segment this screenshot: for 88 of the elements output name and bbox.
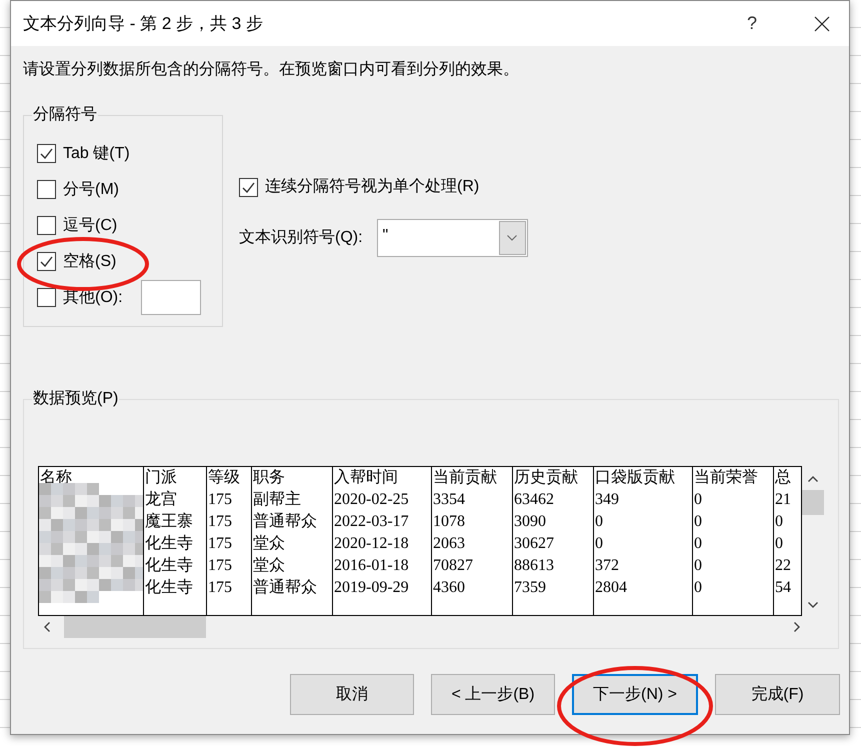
column-header: 等级 bbox=[207, 468, 241, 488]
preview-cell-text: 2020-02-25 bbox=[333, 490, 410, 510]
dialog-button[interactable]: < 上一步(B) bbox=[431, 674, 555, 715]
preview-cell-text: 0 bbox=[693, 490, 703, 510]
preview-cell-text: 30627 bbox=[513, 534, 555, 554]
preview-cell-text: 3354 bbox=[432, 490, 466, 510]
close-icon bbox=[814, 16, 830, 32]
qualifier-label: 文本识别符号(Q): bbox=[239, 228, 363, 248]
scroll-right-icon bbox=[794, 622, 800, 632]
preview-cell-text: 化生寺 bbox=[144, 556, 194, 576]
preview-cell-text: 堂众 bbox=[252, 556, 286, 576]
window-title: 文本分列向导 - 第 2 步，共 3 步 bbox=[23, 12, 263, 35]
preview-cell-text: 龙宫 bbox=[144, 490, 178, 510]
preview-cell-text: 21 bbox=[774, 490, 792, 510]
scroll-thumb[interactable] bbox=[802, 490, 824, 515]
checkbox[interactable] bbox=[37, 144, 56, 163]
preview-cell-text: 22 bbox=[774, 556, 792, 576]
column-header: 门派 bbox=[144, 468, 178, 488]
checkbox[interactable] bbox=[37, 216, 56, 235]
check-icon bbox=[40, 148, 53, 159]
preview-cell-text: 175 bbox=[207, 512, 233, 532]
dialog-button[interactable]: 取消 bbox=[290, 674, 414, 715]
scroll-down-icon bbox=[808, 602, 818, 608]
preview-cell-text: 1078 bbox=[432, 512, 466, 532]
preview-cell-text: 88613 bbox=[513, 556, 555, 576]
checkbox[interactable] bbox=[37, 288, 56, 307]
preview-cell-text: 349 bbox=[594, 490, 620, 510]
column-header: 名称 bbox=[39, 468, 73, 488]
preview-cell-text: 普通帮众 bbox=[252, 511, 318, 532]
scroll-thumb[interactable] bbox=[64, 616, 206, 638]
instruction-text: 请设置分列数据所包含的分隔符号。在预览窗口内可看到分列的效果。 bbox=[23, 61, 519, 78]
preview-cell-text: 0 bbox=[594, 512, 604, 532]
preview-cell-text: 175 bbox=[207, 578, 233, 598]
column-header: 总 bbox=[774, 468, 792, 488]
scroll-up-icon bbox=[808, 476, 818, 482]
preview-cell-text: 0 bbox=[774, 512, 784, 532]
preview-cell-text: 0 bbox=[693, 534, 703, 554]
preview-cell-text: 0 bbox=[774, 534, 784, 554]
qualifier-dropdown[interactable]: " bbox=[376, 219, 528, 257]
other-delimiter-field[interactable] bbox=[140, 280, 201, 315]
preview-cell-text: 54 bbox=[774, 578, 792, 598]
dialog-button[interactable]: 完成(F) bbox=[715, 674, 840, 715]
preview-cell-text: 魔王寨 bbox=[144, 512, 194, 532]
preview-cell-text: 2019-09-29 bbox=[333, 578, 410, 598]
checkbox-label: 逗号(C) bbox=[63, 216, 118, 236]
preview-cell-text: 0 bbox=[693, 512, 703, 532]
checkbox-label: Tab 键(T) bbox=[63, 144, 130, 164]
preview-cell-text: 2063 bbox=[432, 534, 466, 554]
preview-cell-text: 175 bbox=[207, 534, 233, 554]
preview-cell-text: 0 bbox=[594, 534, 604, 554]
preview-cell-text: 2804 bbox=[594, 578, 628, 598]
preview-cell-text: 化生寺 bbox=[144, 578, 194, 598]
checkbox-label: 连续分隔符号视为单个处理(R) bbox=[265, 176, 480, 197]
preview-cell-text: 372 bbox=[594, 556, 620, 576]
preview-cell-text: 175 bbox=[207, 556, 233, 576]
column-header: 当前贡献 bbox=[432, 468, 498, 488]
column-header: 入帮时间 bbox=[333, 468, 399, 488]
chevron-down-icon bbox=[507, 235, 518, 241]
preview-cell-text: 2020-12-18 bbox=[333, 534, 410, 554]
preview-cell-text: 4360 bbox=[432, 578, 466, 598]
column-header: 职务 bbox=[252, 468, 286, 488]
scroll-left-icon bbox=[44, 622, 50, 632]
preview-cell-text: 175 bbox=[207, 490, 233, 510]
preview-cell-text: 2016-01-18 bbox=[333, 556, 410, 576]
preview-cell-text: 3090 bbox=[513, 512, 547, 532]
column-header: 口袋版贡献 bbox=[594, 468, 676, 488]
checkbox[interactable] bbox=[37, 252, 56, 271]
preview-cell-text: 副帮主 bbox=[252, 490, 302, 510]
checkbox[interactable] bbox=[37, 180, 56, 199]
preview-cell-text: 0 bbox=[693, 556, 703, 576]
column-header: 历史贡献 bbox=[513, 468, 579, 488]
preview-title: 数据预览(P) bbox=[32, 389, 120, 409]
checkbox-label: 分号(M) bbox=[63, 180, 119, 200]
column-header: 当前荣誉 bbox=[693, 468, 759, 488]
preview-cell-text: 70827 bbox=[432, 556, 474, 576]
preview-cell-text: 2022-03-17 bbox=[333, 512, 410, 532]
preview-cell-text: 化生寺 bbox=[144, 534, 194, 554]
check-icon bbox=[40, 256, 53, 267]
check-icon bbox=[242, 182, 255, 192]
preview-cell-text: 63462 bbox=[513, 490, 555, 510]
preview-cell-text: 堂众 bbox=[252, 534, 286, 554]
dialog-button[interactable]: 下一步(N) > bbox=[572, 674, 698, 715]
help-button[interactable]: ? bbox=[729, 1, 775, 46]
checkbox-label: 空格(S) bbox=[63, 252, 116, 272]
preview-cell-text: 普通帮众 bbox=[252, 577, 318, 598]
preview-cell-text: 0 bbox=[693, 578, 703, 598]
checkbox[interactable] bbox=[239, 178, 258, 196]
preview-cell-text: 7359 bbox=[513, 578, 547, 598]
